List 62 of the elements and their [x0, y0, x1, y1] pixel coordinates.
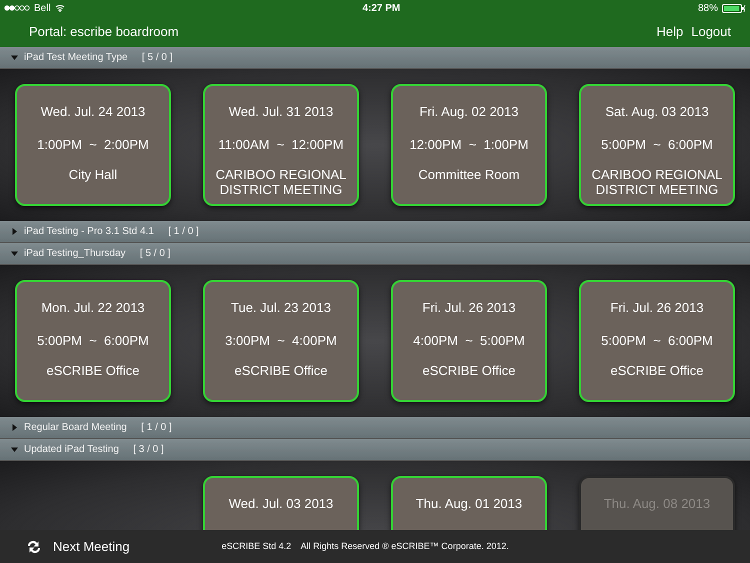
section-title: iPad Testing_Thursday	[24, 247, 127, 261]
clock-time: 4:27 PM	[362, 2, 400, 16]
meeting-location: eSCRIBE Office	[46, 363, 140, 378]
meeting-location: eSCRIBE Office	[422, 363, 516, 378]
header-link[interactable]: Logout	[691, 22, 731, 42]
section-header[interactable]: Updated iPad Testing [ 3 / 0 ]	[0, 439, 750, 461]
section-title: iPad Test Meeting Type	[24, 51, 129, 65]
meeting-date: Fri. Jul. 26 2013	[422, 299, 516, 317]
section-header[interactable]: iPad Testing - Pro 3.1 Std 4.1 [ 1 / 0 ]	[0, 221, 750, 243]
meeting-location: Committee Room	[417, 167, 521, 182]
meeting-card[interactable]: Thu. Aug. 01 2013	[391, 476, 547, 530]
meeting-card[interactable]: Wed. Jul. 31 2013 11:00AM ~ 12:00PM CARIBOO REGIONAL DISTRICT MEETING	[203, 84, 359, 206]
section-header[interactable]: iPad Test Meeting Type [ 5 / 0 ]	[0, 47, 750, 69]
meeting-time: 5:00PM ~ 6:00PM	[601, 136, 713, 154]
battery-icon	[722, 4, 746, 12]
section-title: Regular Board Meeting	[24, 421, 128, 435]
meeting-card[interactable]: Fri. Jul. 26 2013 4:00PM ~ 5:00PM eSCRIBE Office	[391, 280, 547, 402]
meeting-date: Fri. Jul. 26 2013	[610, 299, 704, 317]
meeting-card[interactable]: Mon. Jul. 22 2013 5:00PM ~ 6:00PM eSCRIBE Office	[15, 280, 171, 402]
battery-percent: 88%	[698, 2, 718, 16]
section-title: Updated iPad Testing	[24, 443, 120, 457]
meeting-date: Fri. Aug. 02 2013	[419, 103, 518, 121]
meeting-time: 1:00PM ~ 2:00PM	[37, 136, 149, 154]
section-count: [ 3 / 0 ]	[133, 443, 164, 457]
meeting-card[interactable]: Sat. Aug. 03 2013 5:00PM ~ 6:00PM CARIBOO REGIONAL DISTRICT MEETING	[579, 84, 735, 206]
meeting-location: CARIBOO REGIONAL DISTRICT MEETING	[214, 167, 348, 197]
meeting-card[interactable]: Fri. Aug. 02 2013 12:00PM ~ 1:00PM Committee Room	[391, 84, 547, 206]
meeting-card[interactable]: Tue. Jul. 23 2013 3:00PM ~ 4:00PM eSCRIBE Office	[203, 280, 359, 402]
meeting-location: CARIBOO REGIONAL DISTRICT MEETING	[590, 167, 724, 197]
meeting-date: Thu. Aug. 01 2013	[416, 495, 522, 513]
meeting-location: eSCRIBE Office	[234, 363, 328, 378]
meeting-date: Wed. Jul. 24 2013	[40, 103, 146, 121]
meeting-date: Tue. Jul. 23 2013	[231, 299, 331, 317]
meeting-date: Wed. Jul. 03 2013	[228, 495, 334, 513]
section-header[interactable]: iPad Testing_Thursday [ 5 / 0 ]	[0, 243, 750, 265]
meeting-time: 12:00PM ~ 1:00PM	[410, 136, 528, 154]
meeting-time: 3:00PM ~ 4:00PM	[225, 332, 337, 350]
portal-title: Portal: escribe boardroom	[29, 22, 179, 41]
meeting-location: eSCRIBE Office	[610, 363, 704, 378]
meeting-time: 11:00AM ~ 12:00PM	[218, 136, 344, 154]
meeting-date: Wed. Jul. 31 2013	[228, 103, 334, 121]
section-title: iPad Testing - Pro 3.1 Std 4.1	[24, 225, 155, 239]
meeting-time: 5:00PM ~ 6:00PM	[601, 332, 713, 350]
meeting-card[interactable]: Fri. Jul. 26 2013 5:00PM ~ 6:00PM eSCRIBE Office	[579, 280, 735, 402]
section-count: [ 5 / 0 ]	[142, 51, 172, 65]
meeting-location: City Hall	[68, 167, 118, 182]
meeting-card[interactable]: Wed. Jul. 24 2013 1:00PM ~ 2:00PM City Hall	[15, 84, 171, 206]
meeting-card[interactable]: Wed. Jul. 03 2013	[203, 476, 359, 530]
section-count: [ 1 / 0 ]	[168, 225, 199, 239]
signal-icon	[4, 5, 30, 11]
meeting-date: Mon. Jul. 22 2013	[41, 299, 145, 317]
meeting-time: 4:00PM ~ 5:00PM	[413, 332, 525, 350]
carrier-name: Bell	[34, 2, 51, 16]
meeting-date: Sat. Aug. 03 2013	[605, 103, 709, 121]
meeting-time: 5:00PM ~ 6:00PM	[37, 332, 149, 350]
next-meeting-button[interactable]: Next Meeting	[0, 536, 130, 556]
section-header[interactable]: Regular Board Meeting [ 1 / 0 ]	[0, 417, 750, 439]
section-count: [ 1 / 0 ]	[141, 421, 172, 435]
section-count: [ 5 / 0 ]	[140, 247, 170, 261]
copyright-text: eSCRIBE Std 4.2 All Rights Reserved ® eSCRIBE™ Corporate. 2012.	[222, 540, 509, 553]
header-link[interactable]: Help	[656, 22, 684, 42]
wifi-icon	[54, 4, 65, 12]
